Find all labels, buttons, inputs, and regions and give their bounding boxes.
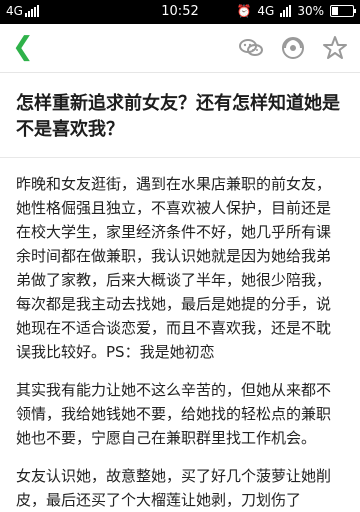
- alarm-icon: ⏰: [236, 4, 252, 18]
- status-right: ⏰ 4G 30%: [236, 4, 356, 18]
- battery-icon: [330, 5, 356, 17]
- article-paragraph: 其实我有能力让她不这么辛苦的，但她从来都不领情，我给她钱她不要，给她找的轻松点的…: [16, 381, 332, 447]
- article-content: 怎样重新追求前女友？还有怎样知道她是不是喜欢我？ 昨晚和女友逛街，遇到在水果店兼…: [0, 73, 360, 512]
- status-bar: 4G 10:52 ⏰ 4G 30%: [0, 0, 360, 24]
- article-paragraph: 昨晚和女友逛街，遇到在水果店兼职的前女友，她性格倔强且独立，不喜欢被人保护，目前…: [16, 175, 332, 361]
- battery-percent: 30%: [297, 4, 324, 18]
- top-toolbar: ❮: [0, 24, 360, 73]
- star-icon[interactable]: [322, 35, 348, 61]
- wechat-icon[interactable]: [238, 35, 264, 61]
- article-title: 怎样重新追求前女友？还有怎样知道她是不是喜欢我？: [16, 93, 340, 140]
- title-divider: [0, 157, 360, 158]
- article-paragraph: 女友认识她，故意整她，买了好几个菠萝让她削皮，最后还买了个大榴莲让她剥，刀划伤了: [16, 467, 332, 509]
- share-icon[interactable]: [280, 35, 306, 61]
- toolbar-actions: [238, 35, 348, 61]
- signal-icon-right: [280, 5, 292, 17]
- back-chevron-icon[interactable]: ❮: [12, 34, 34, 60]
- right-network-label: 4G: [257, 4, 275, 18]
